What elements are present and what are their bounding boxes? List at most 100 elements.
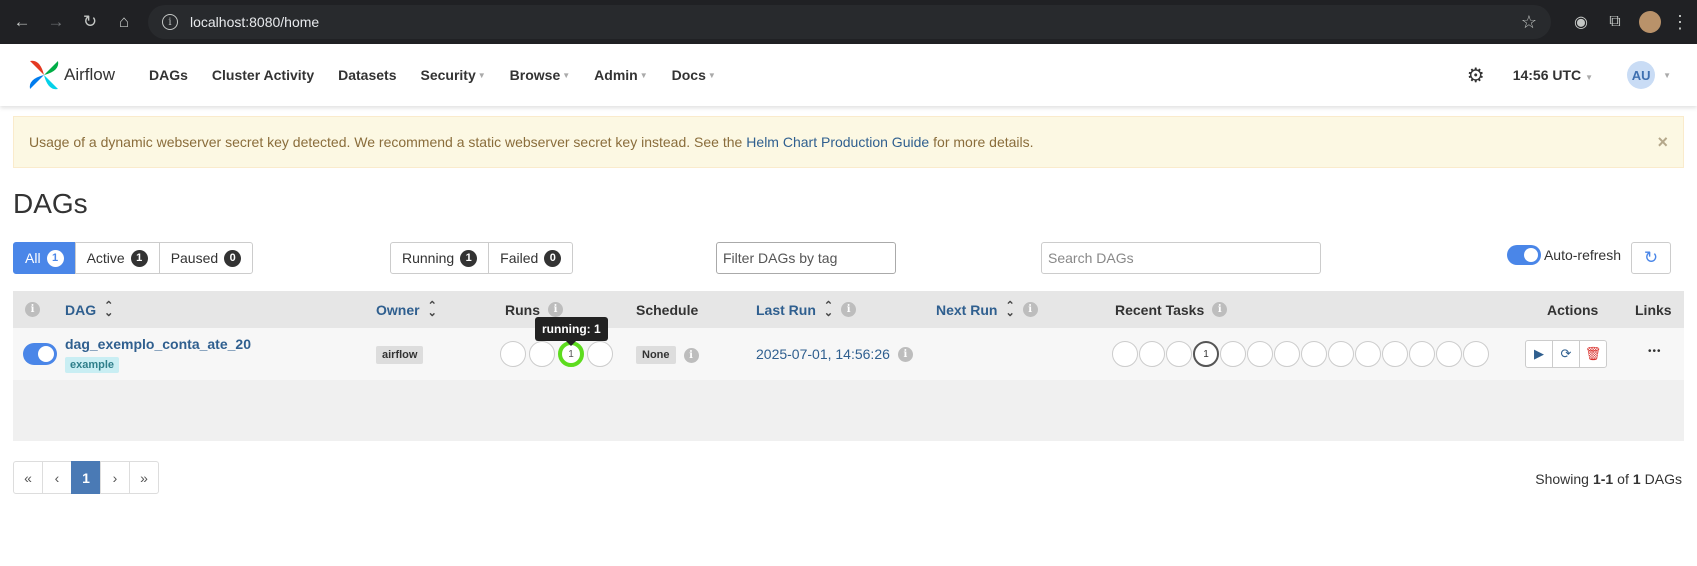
close-icon[interactable]: ×	[1657, 132, 1668, 153]
nav-cluster-activity[interactable]: Cluster Activity	[212, 67, 314, 83]
task-state-circle[interactable]	[1355, 341, 1381, 367]
header-label: Last Run	[756, 301, 816, 318]
gear-icon[interactable]: ⚙	[1467, 63, 1485, 88]
profile-avatar[interactable]	[1639, 11, 1661, 33]
info-icon[interactable]: i	[25, 291, 40, 328]
header-actions: Actions	[1547, 291, 1598, 328]
nav-security[interactable]: Security ▼	[420, 67, 485, 83]
count-badge: 1	[46, 249, 64, 267]
header-dag[interactable]: DAG ⌃ ⌄	[65, 291, 113, 328]
header-label: Actions	[1547, 301, 1599, 318]
info-icon[interactable]: i	[1022, 302, 1038, 317]
address-bar[interactable]: i localhost:8080/home ☆	[148, 5, 1551, 39]
site-info-icon[interactable]: i	[162, 14, 178, 30]
task-state-circle[interactable]	[1382, 341, 1408, 367]
nav-label: Docs	[671, 67, 706, 83]
auto-refresh-toggle[interactable]	[1506, 245, 1541, 265]
extension-icon[interactable]: ◉	[1567, 8, 1595, 36]
header-owner[interactable]: Owner ⌃ ⌄	[376, 291, 437, 328]
task-state-circle[interactable]	[1328, 341, 1354, 367]
refresh-button[interactable]: ↻	[1631, 242, 1671, 274]
run-state-filter-group: Running 1 Failed 0	[390, 242, 574, 274]
dag-pause-toggle[interactable]	[23, 343, 57, 365]
last-run-link[interactable]: 2025-07-01, 14:56:26	[756, 346, 890, 362]
airflow-pinwheel-icon	[29, 60, 59, 90]
task-state-circle[interactable]	[1247, 341, 1273, 367]
filter-running-button[interactable]: Running 1	[390, 242, 490, 274]
owner-label[interactable]: airflow	[376, 346, 424, 364]
reparse-icon: ⟳	[1560, 346, 1572, 361]
header-links: Links	[1635, 291, 1672, 328]
dag-link[interactable]: dag_exemplo_conta_ate_20	[65, 336, 251, 352]
task-state-circle[interactable]	[1139, 341, 1165, 367]
recent-tasks-circles: 1	[1112, 341, 1489, 367]
nav-dags[interactable]: DAGs	[149, 67, 188, 83]
first-page-button[interactable]: «	[13, 461, 43, 494]
current-page-button[interactable]: 1	[71, 461, 101, 494]
timezone-dropdown[interactable]: 14:56 UTC ▼	[1513, 67, 1593, 83]
info-icon[interactable]: i	[683, 347, 699, 363]
task-state-running[interactable]: 1	[1193, 341, 1219, 367]
run-state-queued[interactable]	[500, 341, 526, 367]
filter-all-button[interactable]: All 1	[13, 242, 76, 274]
filter-failed-button[interactable]: Failed 0	[488, 242, 574, 274]
run-state-failed[interactable]	[587, 341, 613, 367]
helm-chart-guide-link[interactable]: Helm Chart Production Guide	[746, 134, 929, 150]
forward-icon[interactable]: →	[42, 8, 70, 36]
page-title: DAGs	[13, 188, 88, 219]
runs-circles: 1	[500, 341, 613, 367]
last-page-button[interactable]: »	[129, 461, 159, 494]
alert-text-end: for more details.	[933, 134, 1034, 150]
info-icon[interactable]: i	[548, 302, 563, 317]
user-avatar[interactable]: AU	[1627, 61, 1656, 89]
header-next-run[interactable]: Next Run ⌃ ⌄ i	[936, 291, 1038, 328]
home-icon[interactable]: ⌂	[110, 8, 138, 36]
filter-label: Paused	[170, 250, 219, 266]
nav-docs[interactable]: Docs ▼	[672, 67, 716, 83]
task-state-circle[interactable]	[1166, 341, 1192, 367]
brand-name: Airflow	[64, 65, 116, 84]
chevron-down-icon[interactable]: ▼	[1663, 71, 1671, 80]
task-state-circle[interactable]	[1463, 341, 1489, 367]
showing-range: 1-1	[1592, 470, 1614, 487]
task-state-circle[interactable]	[1112, 341, 1138, 367]
nav-admin[interactable]: Admin ▼	[594, 67, 647, 83]
task-state-circle[interactable]	[1274, 341, 1300, 367]
extensions-puzzle-icon[interactable]: ⧉	[1601, 8, 1629, 36]
run-state-success[interactable]	[529, 341, 555, 367]
brand-logo[interactable]: Airflow	[26, 57, 115, 93]
browser-menu-icon[interactable]: ⋮	[1671, 12, 1689, 33]
task-state-circle[interactable]	[1436, 341, 1462, 367]
links-menu-icon[interactable]: •••	[1648, 346, 1662, 357]
delete-dag-button[interactable]: 🗑	[1579, 340, 1607, 368]
bookmark-star-icon[interactable]: ☆	[1521, 12, 1537, 33]
dag-tag[interactable]: example	[65, 357, 120, 373]
sort-icon: ⌃ ⌄	[823, 299, 834, 319]
info-icon[interactable]: i	[841, 302, 857, 317]
info-icon[interactable]: i	[897, 346, 913, 362]
trigger-dag-button[interactable]: ▶	[1525, 340, 1553, 368]
nav-label: Datasets	[338, 67, 397, 83]
prev-page-button[interactable]: ‹	[42, 461, 72, 494]
auto-refresh-label: Auto-refresh	[1543, 247, 1621, 263]
showing-total: 1	[1632, 470, 1641, 487]
task-state-circle[interactable]	[1301, 341, 1327, 367]
header-label: Recent Tasks	[1115, 301, 1205, 318]
tag-filter-input[interactable]: Filter DAGs by tag	[716, 242, 896, 274]
header-last-run[interactable]: Last Run ⌃ ⌄ i	[756, 291, 857, 328]
filter-active-button[interactable]: Active 1	[74, 242, 160, 274]
info-icon[interactable]: i	[1212, 302, 1228, 317]
alert-text: Usage of a dynamic webserver secret key …	[29, 134, 743, 150]
reparse-dag-button[interactable]: ⟳	[1552, 340, 1580, 368]
reload-icon[interactable]: ↻	[76, 8, 104, 36]
showing-count: Showing 1-1 of 1 DAGs	[1535, 462, 1682, 495]
next-page-button[interactable]: ›	[100, 461, 130, 494]
search-dags-input[interactable]: Search DAGs	[1041, 242, 1321, 274]
task-state-circle[interactable]	[1409, 341, 1435, 367]
filter-paused-button[interactable]: Paused 0	[158, 242, 254, 274]
back-icon[interactable]: ←	[8, 8, 36, 36]
schedule-label: None	[636, 346, 676, 364]
task-state-circle[interactable]	[1220, 341, 1246, 367]
nav-datasets[interactable]: Datasets	[338, 67, 396, 83]
nav-browse[interactable]: Browse ▼	[510, 67, 571, 83]
